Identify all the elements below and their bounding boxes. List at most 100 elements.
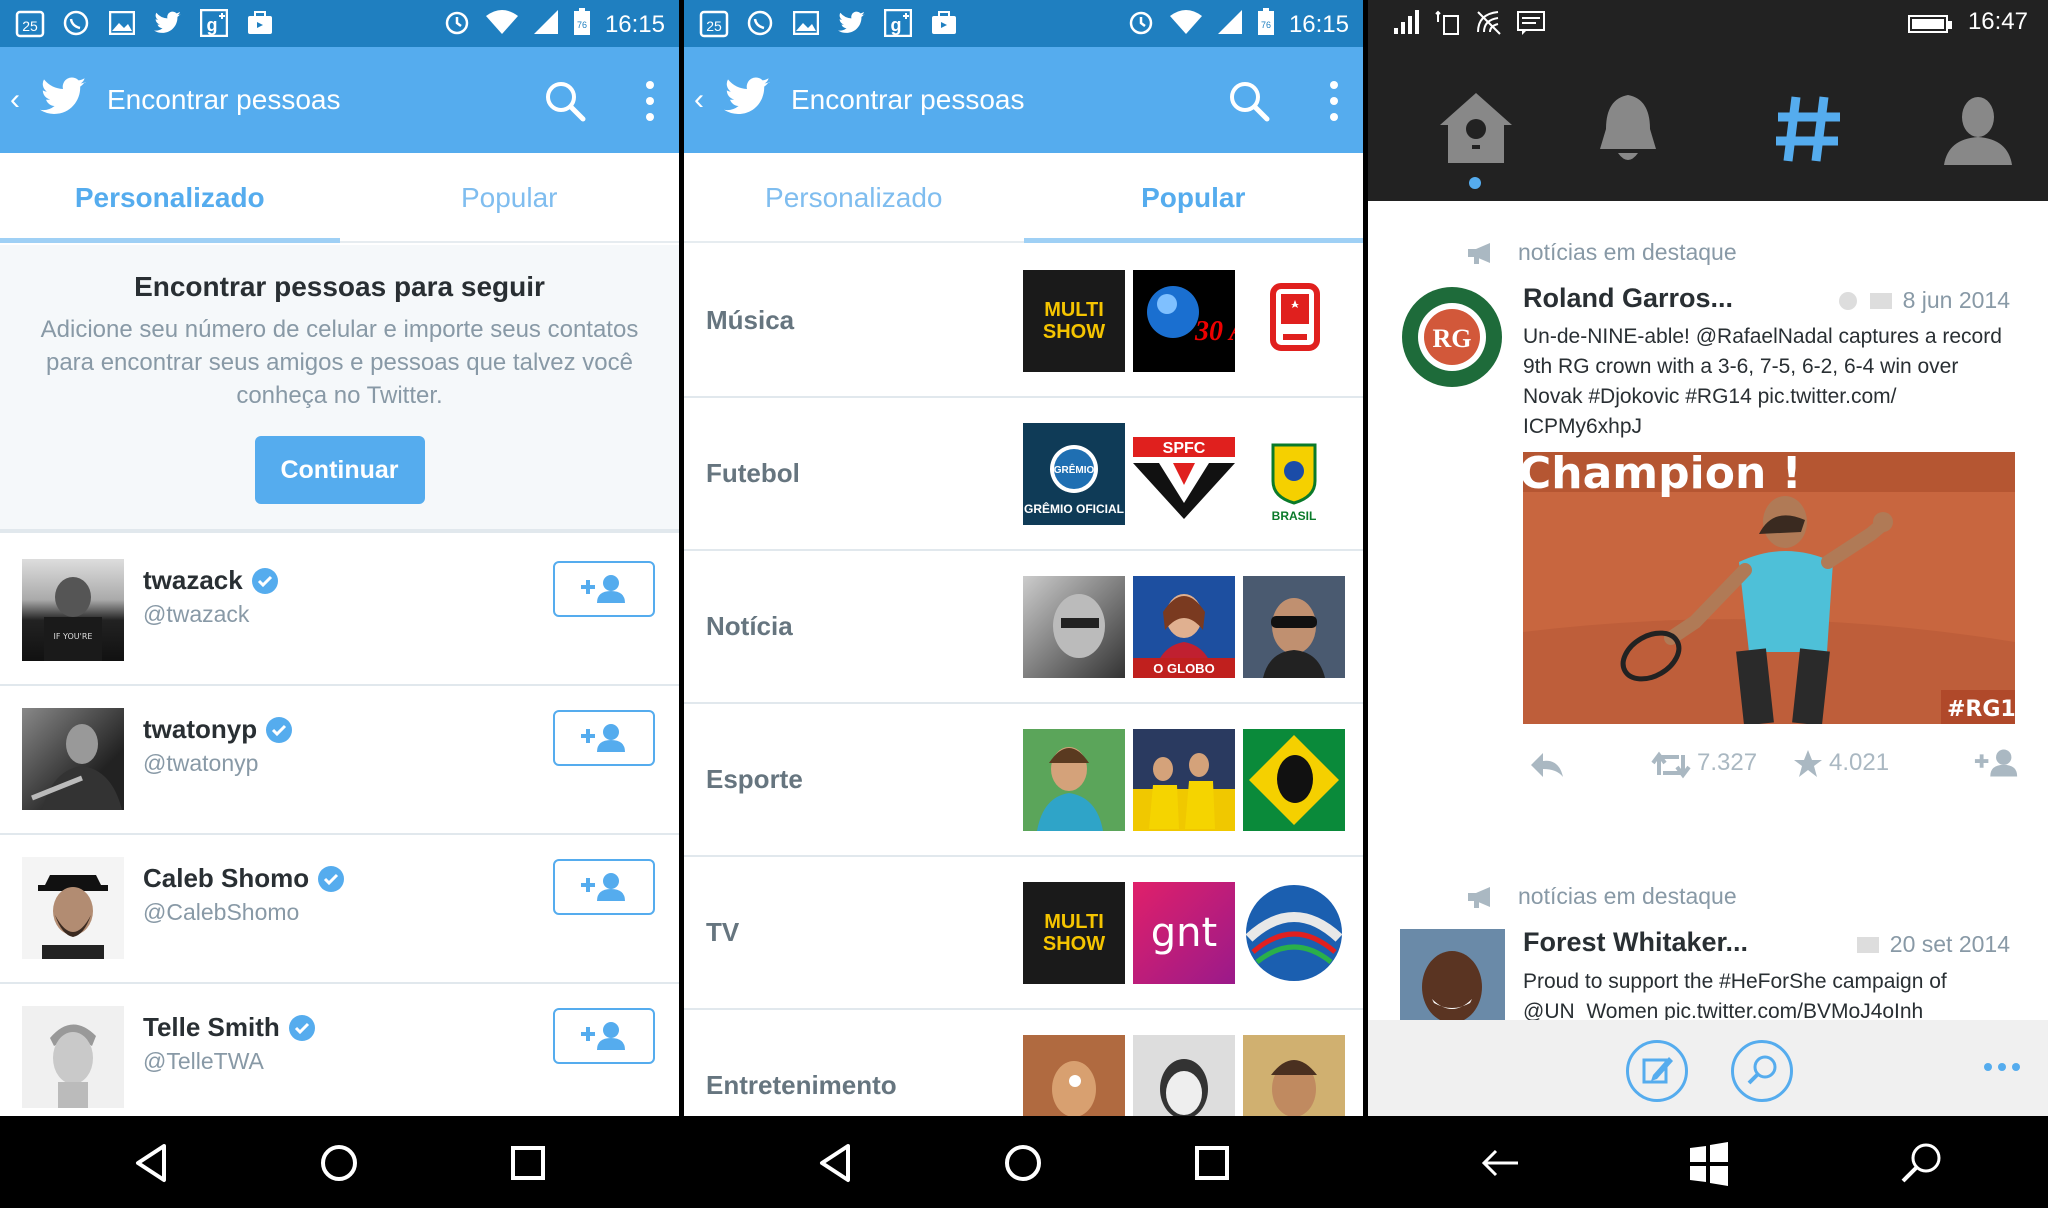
recent-apps-icon[interactable] [505, 1140, 551, 1186]
search-icon[interactable] [1227, 79, 1271, 123]
twitter-bird-icon[interactable] [40, 75, 88, 119]
category-thumb[interactable] [1023, 576, 1125, 678]
search-button[interactable] [1731, 1040, 1793, 1102]
android-nav-bar [0, 1116, 679, 1208]
home-icon[interactable] [1000, 1140, 1046, 1186]
category-thumb[interactable] [1243, 729, 1345, 831]
tweet-author[interactable]: Roland Garros... [1523, 283, 1733, 314]
panel-personalized: 25 g 76 16:15 ‹ Encontrar pessoas Person… [0, 0, 679, 1208]
category-thumb[interactable]: GRÊMIO GRÊMIO OFICIAL [1023, 423, 1125, 525]
category-thumb[interactable] [1133, 729, 1235, 831]
tab-popular[interactable]: Popular [340, 153, 680, 241]
category-label: Esporte [706, 764, 803, 794]
category-thumb[interactable]: BRASIL [1243, 423, 1345, 525]
category-label: Música [706, 305, 795, 335]
category-thumb[interactable]: SPFC [1133, 423, 1235, 525]
category-row[interactable]: Esporte [684, 704, 1363, 857]
overflow-menu-icon[interactable] [1327, 77, 1341, 125]
wifi-icon [485, 9, 519, 40]
favorite-star-icon[interactable] [1793, 749, 1823, 779]
more-options-icon[interactable] [1982, 1060, 2022, 1074]
category-thumb[interactable] [1243, 882, 1345, 984]
category-row[interactable]: TV MULTI SHOW gnt [684, 857, 1363, 1010]
follow-button[interactable] [553, 859, 655, 915]
avatar[interactable] [1400, 929, 1505, 1020]
tweet[interactable]: notícias em destaque Forest Whitaker... … [1368, 843, 2048, 1020]
back-arrow-icon[interactable] [1478, 1140, 1524, 1186]
tweet-media[interactable]: Champion ! #RG1 [1523, 452, 2015, 724]
user-row[interactable]: Caleb Shomo @CalebShomo [0, 835, 679, 984]
user-name[interactable]: Caleb Shomo [143, 863, 309, 894]
category-row[interactable]: Futebol GRÊMIO GRÊMIO OFICIAL SPFC BRASIL [684, 398, 1363, 551]
svg-text:76: 76 [1261, 20, 1271, 30]
user-name[interactable]: twatonyp [143, 714, 257, 745]
follow-user-icon[interactable] [1973, 747, 2021, 779]
back-chevron-icon[interactable]: ‹ [10, 83, 20, 117]
compose-button[interactable] [1626, 1040, 1688, 1102]
avatar[interactable] [22, 708, 124, 810]
status-bar: 25 g 76 16:15 [684, 0, 1363, 47]
category-thumb[interactable]: O GLOBO [1133, 576, 1235, 678]
user-row[interactable]: twatonyp @twatonyp [0, 686, 679, 835]
search-icon[interactable] [543, 79, 587, 123]
notifications-bell-icon[interactable] [1588, 89, 1668, 169]
home-birdhouse-icon[interactable] [1436, 89, 1516, 169]
twitter-bird-icon[interactable] [724, 75, 772, 119]
category-thumb[interactable]: gnt [1133, 882, 1235, 984]
media-icon [1856, 936, 1879, 953]
category-thumb[interactable] [1023, 729, 1125, 831]
status-time: 16:15 [1288, 10, 1349, 38]
avatar[interactable]: IF YOU'RE [22, 559, 124, 661]
tweet-author[interactable]: Forest Whitaker... [1523, 927, 1748, 958]
tweet-text: Un-de-NINE-able! @RafaelNadal captures a… [1523, 325, 2002, 438]
retweet-icon[interactable] [1651, 751, 1691, 779]
category-row[interactable]: Música MULTI SHOW 30 ANOS [684, 245, 1363, 398]
user-row[interactable]: Telle Smith @TelleTWA [0, 984, 679, 1133]
signal-icon [533, 9, 559, 40]
follow-button[interactable] [553, 561, 655, 617]
continue-button[interactable]: Continuar [254, 436, 425, 504]
profile-icon[interactable] [1938, 89, 2018, 169]
tweet[interactable]: notícias em destaque RG Roland Garros...… [1368, 201, 2048, 841]
home-icon[interactable] [316, 1140, 362, 1186]
reply-icon[interactable] [1529, 751, 1565, 779]
recent-apps-icon[interactable] [1189, 1140, 1235, 1186]
tab-bar: Personalizado Popular [684, 153, 1363, 243]
wifi-icon [1169, 9, 1203, 40]
signal-icon [1217, 9, 1243, 40]
follow-button[interactable] [553, 710, 655, 766]
back-icon[interactable] [812, 1140, 858, 1186]
category-thumb[interactable] [1243, 270, 1345, 372]
avatar[interactable]: RG [1400, 285, 1505, 390]
discover-hashtag-icon[interactable] [1768, 89, 1848, 169]
twitter-icon [152, 8, 184, 38]
svg-text:O GLOBO: O GLOBO [1153, 661, 1214, 676]
user-row[interactable]: IF YOU'RE twazack @twazack [0, 537, 679, 686]
back-icon[interactable] [128, 1140, 174, 1186]
svg-text:IF YOU'RE: IF YOU'RE [54, 632, 93, 641]
search-icon[interactable] [1898, 1140, 1944, 1186]
windows-start-icon[interactable] [1686, 1140, 1732, 1186]
user-handle: @TelleTWA [143, 1048, 264, 1074]
back-chevron-icon[interactable]: ‹ [694, 83, 704, 117]
category-row[interactable]: Notícia O GLOBO [684, 551, 1363, 704]
follow-button[interactable] [553, 1008, 655, 1064]
tab-personalized[interactable]: Personalizado [684, 153, 1024, 241]
user-name[interactable]: Telle Smith [143, 1012, 280, 1043]
tab-personalized[interactable]: Personalizado [0, 153, 340, 243]
category-thumb[interactable] [1243, 576, 1345, 678]
overflow-menu-icon[interactable] [643, 77, 657, 125]
page-title: Encontrar pessoas [791, 84, 1025, 115]
add-user-icon [581, 724, 625, 752]
verified-badge-icon [318, 865, 345, 892]
category-thumb[interactable]: MULTI SHOW [1023, 270, 1125, 372]
avatar[interactable] [22, 857, 124, 959]
user-name[interactable]: twazack [143, 565, 243, 596]
category-thumb[interactable]: 30 ANOS [1133, 270, 1235, 372]
windows-nav-bar [1368, 1116, 2048, 1208]
whatsapp-icon [744, 8, 776, 38]
avatar[interactable] [22, 1006, 124, 1108]
category-thumb[interactable]: MULTI SHOW [1023, 882, 1125, 984]
tab-popular[interactable]: Popular [1023, 153, 1364, 243]
google-plus-icon: g [882, 8, 914, 38]
